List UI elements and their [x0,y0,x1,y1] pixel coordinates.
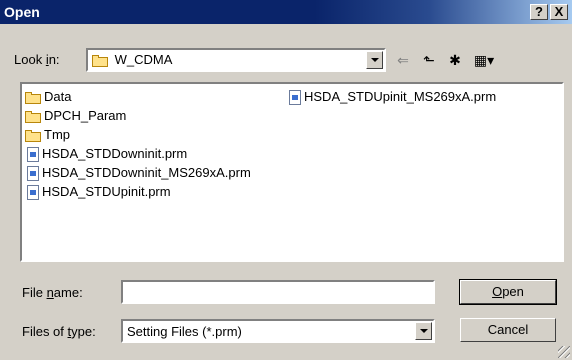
folder-icon [92,54,108,67]
list-item[interactable]: HSDA_STDUpinit_MS269xA.prm [289,88,496,106]
file-list[interactable]: Data DPCH_Param Tmp HSDA_STDDowninit.prm… [20,82,564,262]
prm-file-icon [27,185,39,201]
look-in-label: Look in: [14,52,60,67]
title-bar[interactable]: Open ? X [0,0,572,24]
prm-file-icon [27,147,39,163]
help-button[interactable]: ? [530,4,548,20]
folder-icon [25,91,41,104]
back-icon[interactable]: ⇐ [392,50,414,70]
file-name-label: File name: [22,285,83,300]
list-item[interactable]: HSDA_STDDowninit_MS269xA.prm [27,164,251,182]
list-item[interactable]: HSDA_STDDowninit.prm [27,145,187,163]
list-item[interactable]: HSDA_STDUpinit.prm [27,183,171,201]
file-type-dropdown-arrow[interactable] [415,322,432,340]
close-button[interactable]: X [550,4,568,20]
list-item[interactable]: DPCH_Param [25,107,126,125]
list-item[interactable]: Tmp [25,126,70,144]
up-folder-icon[interactable]: ⬑ [418,50,440,70]
new-folder-icon[interactable]: ✱ [444,50,466,70]
view-menu-icon[interactable]: ▦▾ [470,50,498,70]
look-in-value: W_CDMA [114,52,173,67]
file-type-value: Setting Files (*.prm) [127,324,242,339]
cancel-button[interactable]: Cancel [460,318,556,342]
folder-icon [25,110,41,123]
file-type-label: Files of type: [22,324,96,339]
resize-grip-icon[interactable] [558,346,570,358]
open-button[interactable]: Open [459,279,557,305]
look-in-dropdown-arrow[interactable] [366,51,383,69]
prm-file-icon [27,166,39,182]
open-dialog: Open ? X Look in: W_CDMA ⇐ ⬑ ✱ ▦▾ Data D… [0,0,572,360]
prm-file-icon [289,90,301,106]
dialog-title: Open [4,4,40,20]
file-type-dropdown[interactable]: Setting Files (*.prm) [121,319,435,343]
folder-icon [25,129,41,142]
look-in-dropdown[interactable]: W_CDMA [86,48,386,72]
list-item[interactable]: Data [25,88,71,106]
file-name-input[interactable] [121,280,435,304]
